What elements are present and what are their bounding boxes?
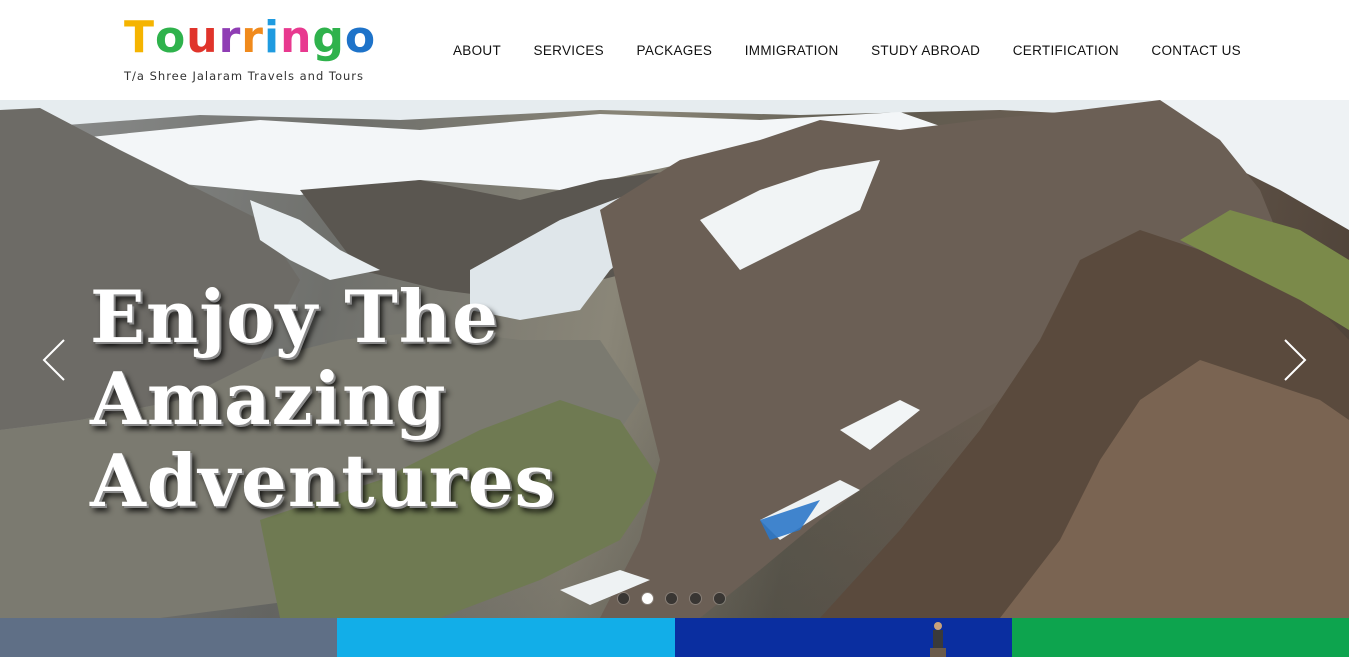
slide-dot[interactable] [618, 593, 629, 604]
nav-services[interactable]: SERVICES [521, 37, 617, 64]
main-nav: ABOUT SERVICES PACKAGES IMMIGRATION STUD… [440, 0, 1254, 100]
chevron-left-icon [42, 339, 65, 381]
logo-wordmark: Tourringo [124, 14, 384, 62]
logo-letter: n [280, 12, 313, 63]
slide-dot[interactable] [642, 593, 653, 604]
logo-letter: u [186, 12, 219, 63]
hero-slider: Enjoy The Amazing Adventures [0, 100, 1349, 618]
traveler-figure-icon [929, 622, 946, 657]
logo-tagline: T/a Shree Jalaram Travels and Tours [124, 69, 365, 83]
slide-dot[interactable] [690, 593, 701, 604]
feature-tile[interactable] [0, 618, 338, 657]
next-slide-button[interactable] [1281, 338, 1309, 382]
nav-packages[interactable]: PACKAGES [624, 37, 726, 64]
site-header: Tourringo T/a Shree Jalaram Travels and … [0, 0, 1349, 100]
logo-letter: i [263, 12, 281, 63]
feature-tile[interactable] [1011, 618, 1349, 657]
nav-immigration[interactable]: IMMIGRATION [732, 37, 852, 64]
prev-slide-button[interactable] [40, 338, 68, 382]
hero-title-line: Adventures [90, 438, 557, 523]
nav-certification[interactable]: CERTIFICATION [1000, 37, 1132, 64]
hero-title-line: Enjoy The [90, 274, 499, 359]
logo-letter: g [312, 12, 345, 63]
nav-about[interactable]: ABOUT [440, 37, 514, 64]
logo-letter: r [218, 12, 242, 63]
site-logo[interactable]: Tourringo T/a Shree Jalaram Travels and … [124, 14, 384, 88]
nav-contact-us[interactable]: CONTACT US [1138, 37, 1254, 64]
logo-letter: T [124, 12, 156, 63]
logo-letter: o [344, 12, 377, 63]
slide-dot[interactable] [714, 593, 725, 604]
hero-title-line: Amazing [90, 356, 447, 441]
feature-tile[interactable] [674, 618, 1012, 657]
nav-study-abroad[interactable]: STUDY ABROAD [858, 37, 993, 64]
chevron-right-icon [1284, 339, 1307, 381]
logo-letter: r [241, 12, 264, 63]
logo-letter: o [155, 12, 187, 63]
slide-indicators [618, 593, 725, 604]
feature-tiles [0, 618, 1349, 657]
feature-tile[interactable] [337, 618, 675, 657]
slide-dot[interactable] [666, 593, 677, 604]
hero-title: Enjoy The Amazing Adventures [90, 276, 556, 522]
